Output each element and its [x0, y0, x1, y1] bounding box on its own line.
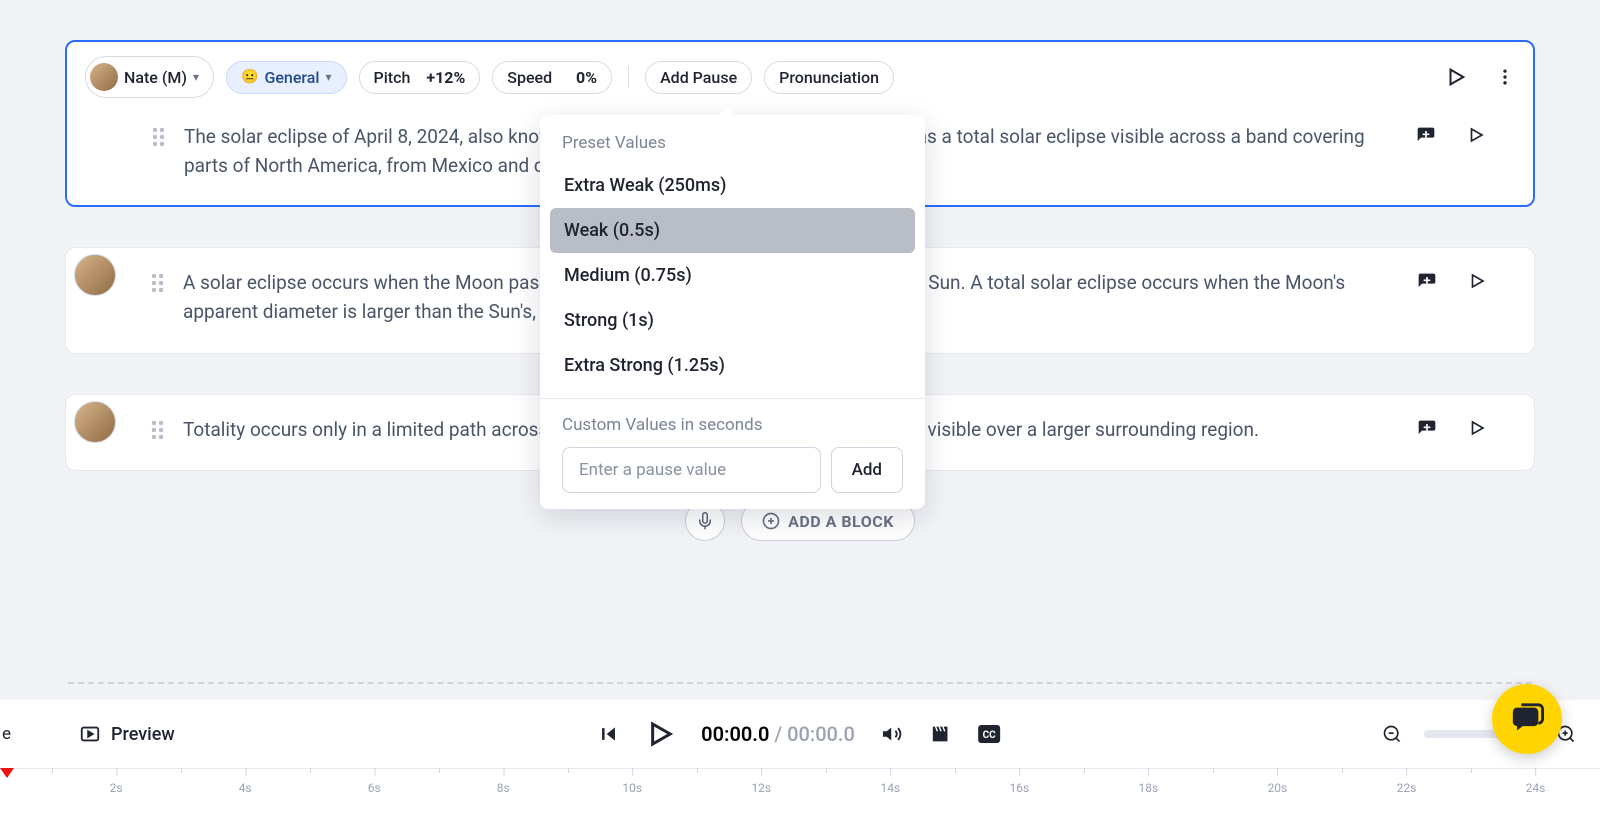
comment-icon[interactable] — [1415, 126, 1437, 146]
add-pause-label: Add Pause — [660, 68, 737, 87]
pause-preset-item[interactable]: Strong (1s) — [550, 298, 915, 343]
speed-control[interactable]: Speed 0% — [492, 61, 612, 94]
time-total: 00:00.0 — [787, 722, 855, 746]
pitch-label: Pitch — [374, 68, 411, 87]
play-line-icon[interactable] — [1467, 126, 1485, 144]
skip-back-icon[interactable] — [599, 724, 619, 744]
chat-icon — [1510, 702, 1544, 736]
preview-button[interactable]: Preview — [79, 723, 175, 745]
plus-circle-icon — [762, 512, 780, 530]
add-pause-button[interactable]: Add Pause — [645, 61, 752, 94]
pause-preset-item[interactable]: Medium (0.75s) — [550, 253, 915, 298]
pause-preset-item[interactable]: Extra Weak (250ms) — [550, 163, 915, 208]
dropdown-header: Preset Values — [540, 115, 925, 163]
svg-text:CC: CC — [982, 730, 996, 741]
dropdown-list: Extra Weak (250ms)Weak (0.5s)Medium (0.7… — [540, 163, 925, 388]
avatar-icon — [90, 63, 118, 91]
ruler-tick: 20s — [1268, 769, 1288, 795]
comment-icon[interactable] — [1416, 419, 1438, 439]
speed-label: Speed — [507, 68, 552, 87]
block-toolbar: Nate (M) ▾ 😐 General ▾ Pitch +12% Speed … — [85, 56, 1515, 98]
ruler-tick: 12s — [751, 769, 771, 795]
ruler-tick: 4s — [239, 769, 252, 795]
timeline-ruler[interactable]: 2s 4s 6s 8s 10s 12s 14s 16s 18s 20s 22s 24s — [0, 768, 1600, 816]
ruler-tick: 6s — [368, 769, 381, 795]
ruler-tick: 22s — [1397, 769, 1417, 795]
pronunciation-button[interactable]: Pronunciation — [764, 61, 894, 94]
truncated-label: e — [2, 724, 15, 744]
custom-header: Custom Values in seconds — [540, 399, 925, 447]
emoji-icon: 😐 — [241, 69, 258, 85]
preview-label: Preview — [111, 724, 175, 745]
chevron-down-icon: ▾ — [193, 70, 199, 84]
add-block-label: ADD A BLOCK — [788, 512, 894, 531]
comment-icon[interactable] — [1416, 272, 1438, 292]
drag-handle-icon[interactable] — [152, 421, 163, 439]
voice-name: Nate (M) — [124, 68, 187, 87]
clapperboard-icon[interactable] — [929, 723, 951, 745]
chat-fab[interactable] — [1492, 684, 1562, 754]
pitch-control[interactable]: Pitch +12% — [359, 61, 481, 94]
ruler-tick: 16s — [1010, 769, 1030, 795]
ruler-tick: 18s — [1139, 769, 1159, 795]
timeline-strip — [68, 682, 1532, 684]
play-line-icon[interactable] — [1468, 272, 1486, 290]
play-block-icon[interactable] — [1445, 66, 1467, 88]
ruler-tick: 8s — [497, 769, 510, 795]
pause-preset-item[interactable]: Weak (0.5s) — [550, 208, 915, 253]
pronunciation-label: Pronunciation — [779, 68, 879, 87]
pause-preset-item[interactable]: Extra Strong (1.25s) — [550, 343, 915, 388]
pause-value-input[interactable] — [562, 447, 821, 493]
speed-value: 0% — [576, 68, 597, 87]
cc-icon[interactable]: CC — [977, 724, 1001, 744]
time-current: 00:00.0 — [701, 722, 769, 746]
ruler-tick: 24s — [1526, 769, 1546, 795]
play-line-icon[interactable] — [1468, 419, 1486, 437]
drag-handle-icon[interactable] — [153, 128, 164, 146]
zoom-out-icon[interactable] — [1382, 724, 1402, 744]
voice-selector[interactable]: Nate (M) ▾ — [85, 56, 214, 98]
chevron-down-icon: ▾ — [325, 70, 331, 84]
play-icon[interactable] — [645, 719, 675, 749]
pitch-value: +12% — [426, 68, 465, 87]
playhead-icon[interactable] — [0, 768, 14, 778]
ruler-tick: 14s — [880, 769, 900, 795]
player-bar: e Preview 00:00.0 / 00:00.0 CC — [0, 700, 1600, 816]
style-selector[interactable]: 😐 General ▾ — [226, 61, 347, 94]
time-display: 00:00.0 / 00:00.0 — [701, 722, 855, 746]
more-menu-icon[interactable] — [1495, 67, 1515, 87]
volume-icon[interactable] — [881, 723, 903, 745]
ruler-tick: 10s — [622, 769, 642, 795]
preview-icon — [79, 723, 101, 745]
separator — [628, 66, 629, 88]
pause-dropdown: Preset Values Extra Weak (250ms)Weak (0.… — [540, 115, 925, 509]
ruler-tick: 2s — [110, 769, 123, 795]
drag-handle-icon[interactable] — [152, 274, 163, 292]
add-pause-value-button[interactable]: Add — [831, 447, 903, 493]
style-label: General — [264, 68, 319, 87]
